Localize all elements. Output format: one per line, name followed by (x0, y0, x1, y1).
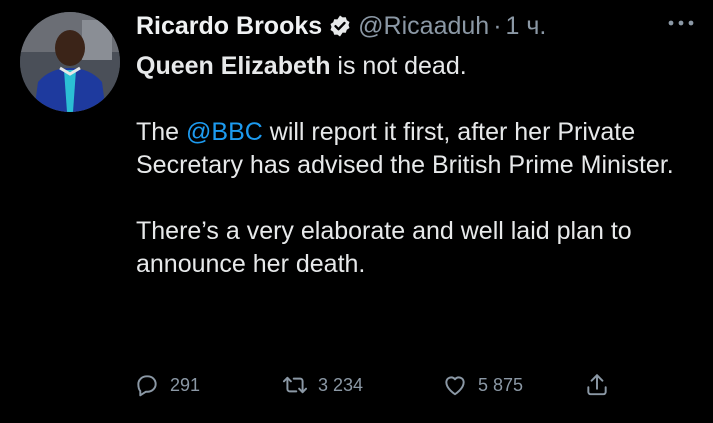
like-button[interactable]: 5 875 (442, 372, 584, 398)
tweet-paragraph-3: There’s a very elaborate and well laid p… (136, 215, 696, 281)
avatar-photo (20, 12, 120, 112)
retweet-count: 3 234 (318, 374, 364, 395)
tweet-header: Ricardo Brooks @Ricaaduh · 1 ч. (136, 10, 696, 42)
reply-button[interactable]: 291 (134, 372, 282, 398)
avatar[interactable] (20, 12, 120, 112)
mention-link[interactable]: @BBC (186, 118, 263, 146)
tweet-text: Queen Elizabeth is not dead. The @BBC wi… (136, 50, 696, 281)
like-count: 5 875 (478, 374, 524, 395)
tweet-paragraph-2: The @BBC will report it first, after her… (136, 116, 696, 182)
tweet-card[interactable]: Ricardo Brooks @Ricaaduh · 1 ч. Queen El… (0, 0, 713, 423)
separator-dot: · (493, 12, 502, 40)
tweet-timestamp[interactable]: 1 ч. (506, 10, 547, 42)
author-handle[interactable]: @Ricaaduh (358, 10, 489, 42)
author-name[interactable]: Ricardo Brooks (136, 10, 322, 42)
reply-count: 291 (170, 374, 201, 395)
share-icon (587, 374, 607, 396)
paragraph-text: The (136, 118, 187, 146)
paragraph-text: There’s a very elaborate and well laid p… (136, 217, 632, 278)
retweet-button[interactable]: 3 234 (282, 372, 442, 398)
paragraph-text: is not dead. (330, 52, 467, 80)
bold-text: Queen Elizabeth (136, 52, 331, 80)
action-bar: 291 3 234 5 875 (134, 369, 624, 401)
tweet-content: Ricardo Brooks @Ricaaduh · 1 ч. Queen El… (136, 10, 696, 281)
tweet-paragraph-1: Queen Elizabeth is not dead. (136, 50, 696, 83)
reply-bubble-icon (137, 375, 157, 397)
share-button[interactable] (584, 372, 624, 398)
heart-icon (445, 376, 465, 396)
verified-badge-icon (328, 14, 352, 38)
retweet-icon (282, 376, 308, 394)
